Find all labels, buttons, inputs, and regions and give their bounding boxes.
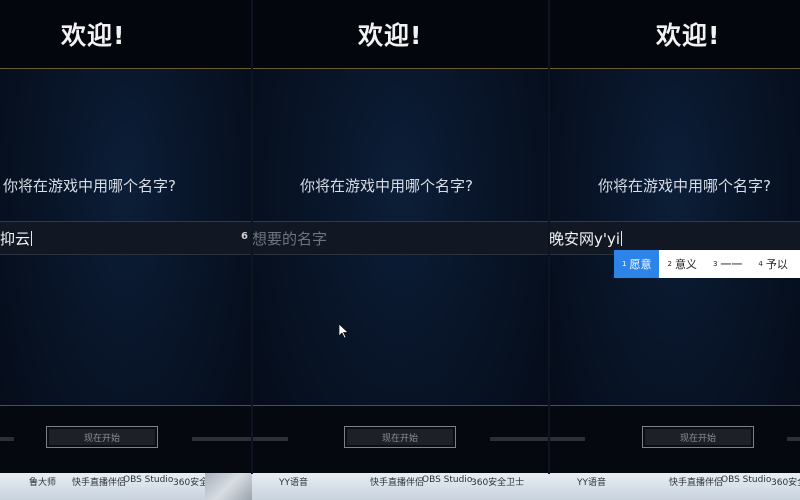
bottom-bar: 现在开始 [549,405,800,474]
name-question: 你将在游戏中用哪个名字? [598,177,771,195]
decor-line [787,437,800,441]
panel-divider [251,0,253,474]
title-bar: 欢迎! [252,0,549,69]
text-caret [621,231,623,246]
panel-2: 欢迎! 你将在游戏中用哪个名字? 想要的名字 现在开始 YY语音 快手直播伴侣 … [252,0,549,500]
mouse-pointer-icon [339,324,349,338]
decor-line [490,437,549,441]
title-bar: 欢迎! [549,0,800,69]
welcome-title: 欢迎! [656,21,721,50]
taskbar: 鲁大师 快手直播伴侣 OBS Studio 360安全卫士 [0,473,252,500]
taskbar-item[interactable]: 快手直播伴侣 [370,475,424,488]
name-question: 你将在游戏中用哪个名字? [3,177,176,195]
decor-line [252,437,288,441]
name-input-value: 晚安网y'yi [549,230,623,248]
name-input-value: 抑云 [0,230,33,248]
name-question: 你将在游戏中用哪个名字? [300,177,473,195]
decor-line [0,437,14,441]
taskbar-item[interactable]: 360安全卫士 [771,475,800,488]
ime-candidate[interactable]: 4 予以 [750,250,795,278]
ime-candidate[interactable]: 2 意义 [659,250,704,278]
bottom-bar: 现在开始 [252,405,549,474]
taskbar: YY语音 快手直播伴侣 OBS Studio 360安全卫士 [549,473,800,500]
decor-line [192,437,252,441]
taskbar-item[interactable]: 鲁大师 [29,475,56,488]
char-counter: 6 [241,231,248,242]
panel-3: 欢迎! 你将在游戏中用哪个名字? 晚安网y'yi 1 愿意 2 意义 3 一一 4 予以… [549,0,800,500]
ime-candidate[interactable]: 3 一一 [705,250,750,278]
taskbar-item[interactable]: YY语音 [577,475,606,488]
welcome-title: 欢迎! [358,21,423,50]
decor-line [549,437,585,441]
name-input[interactable]: 想要的名字 [252,221,549,255]
bottom-bar: 现在开始 [0,405,252,474]
taskbar-item[interactable]: OBS Studio [422,475,472,485]
start-button[interactable]: 现在开始 [344,426,456,448]
taskbar-item[interactable]: 快手直播伴侣 [669,475,723,488]
ime-candidate[interactable]: 1 愿意 [614,250,660,278]
panel-1: 欢迎! 你将在游戏中用哪个名字? 抑云 6 现在开始 鲁大师 快手直播伴侣 OB… [0,0,252,500]
taskbar-item[interactable]: 360安全卫士 [471,475,524,488]
ime-candidate-bar: 1 愿意 2 意义 3 一一 4 予以 [614,250,800,278]
taskbar-item[interactable]: YY语音 [279,475,308,488]
taskbar-item[interactable]: 快手直播伴侣 [72,475,126,488]
taskbar: YY语音 快手直播伴侣 OBS Studio 360安全卫士 [252,473,549,500]
wallpaper-thumbnail [205,473,252,500]
start-button[interactable]: 现在开始 [642,426,754,448]
welcome-title: 欢迎! [61,21,126,50]
name-input[interactable]: 抑云 6 [0,221,252,255]
name-input-placeholder: 想要的名字 [252,230,328,248]
title-bar: 欢迎! [0,0,252,69]
panel-divider [548,0,550,474]
screenshot-strip: 欢迎! 你将在游戏中用哪个名字? 抑云 6 现在开始 鲁大师 快手直播伴侣 OB… [0,0,800,500]
text-caret [31,231,33,246]
start-button[interactable]: 现在开始 [46,426,158,448]
taskbar-item[interactable]: OBS Studio [721,475,771,485]
taskbar-item[interactable]: OBS Studio [123,475,173,485]
